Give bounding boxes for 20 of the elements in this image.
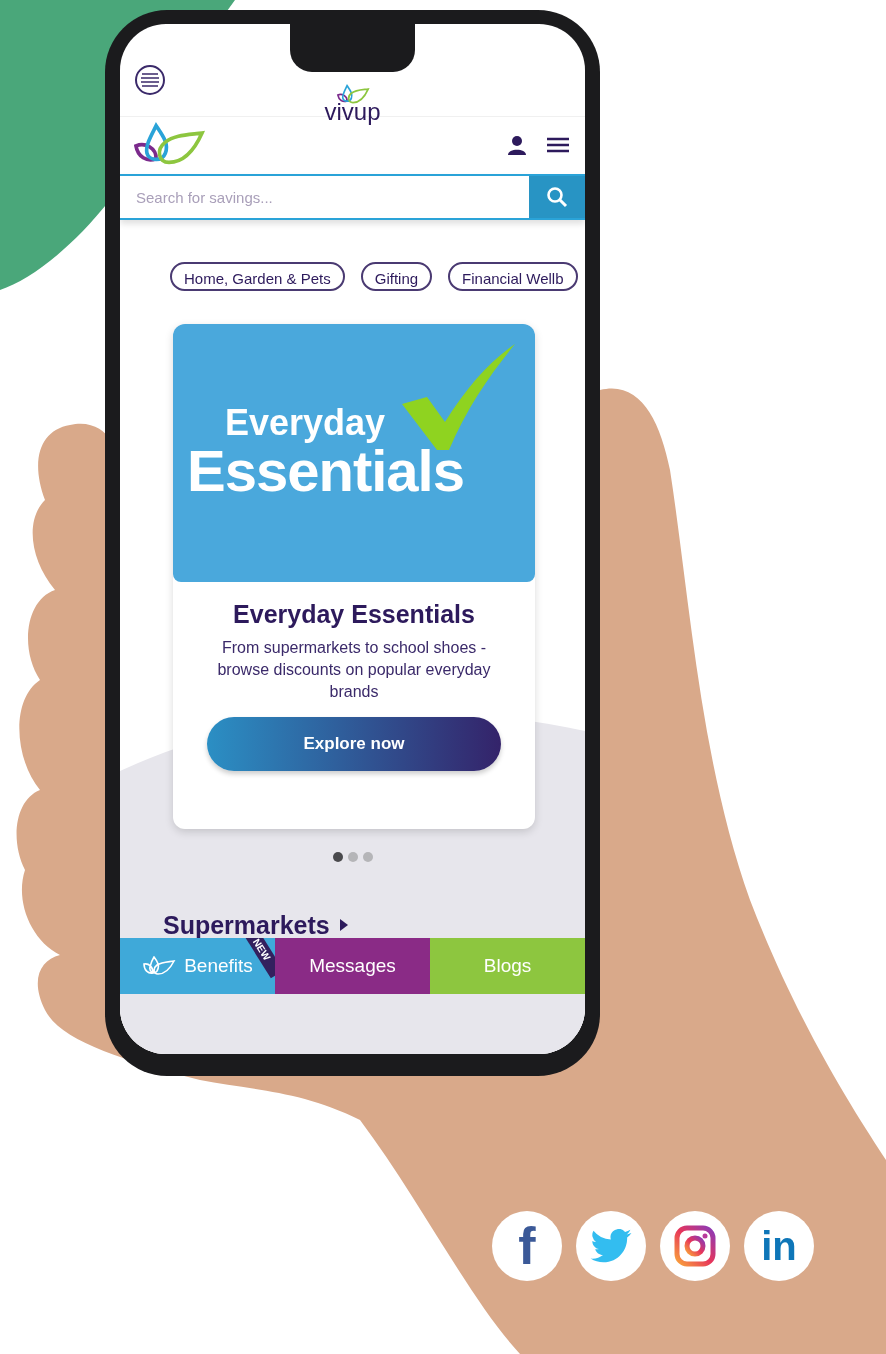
category-chip[interactable]: Home, Garden & Pets xyxy=(170,262,345,291)
category-chip[interactable]: Financial Wellb xyxy=(448,262,578,291)
category-chip[interactable]: Gifting xyxy=(360,262,433,291)
caret-icon xyxy=(339,919,348,931)
carousel-dot[interactable] xyxy=(362,852,373,862)
carousel-dot[interactable] xyxy=(332,852,343,862)
banner-title: Everyday xyxy=(225,405,387,441)
brand-name: vivup xyxy=(324,101,381,124)
nav-tab[interactable]: Messages xyxy=(275,938,430,994)
leaf-icon xyxy=(142,956,177,976)
section-heading[interactable]: Supermarkets xyxy=(163,912,330,938)
search-icon xyxy=(546,186,568,209)
search-field[interactable]: Search for savings... xyxy=(120,176,529,219)
card-title: Everyday Essentials xyxy=(232,600,476,629)
carousel-dot[interactable] xyxy=(347,852,358,862)
search-button[interactable] xyxy=(529,176,585,219)
card-description: From supermarkets to school shoes - browse discounts on popular everyday brands xyxy=(216,638,492,702)
explore-button[interactable]: Explore now xyxy=(207,717,501,771)
menu-icon xyxy=(141,72,159,87)
menu-button[interactable] xyxy=(135,64,165,95)
